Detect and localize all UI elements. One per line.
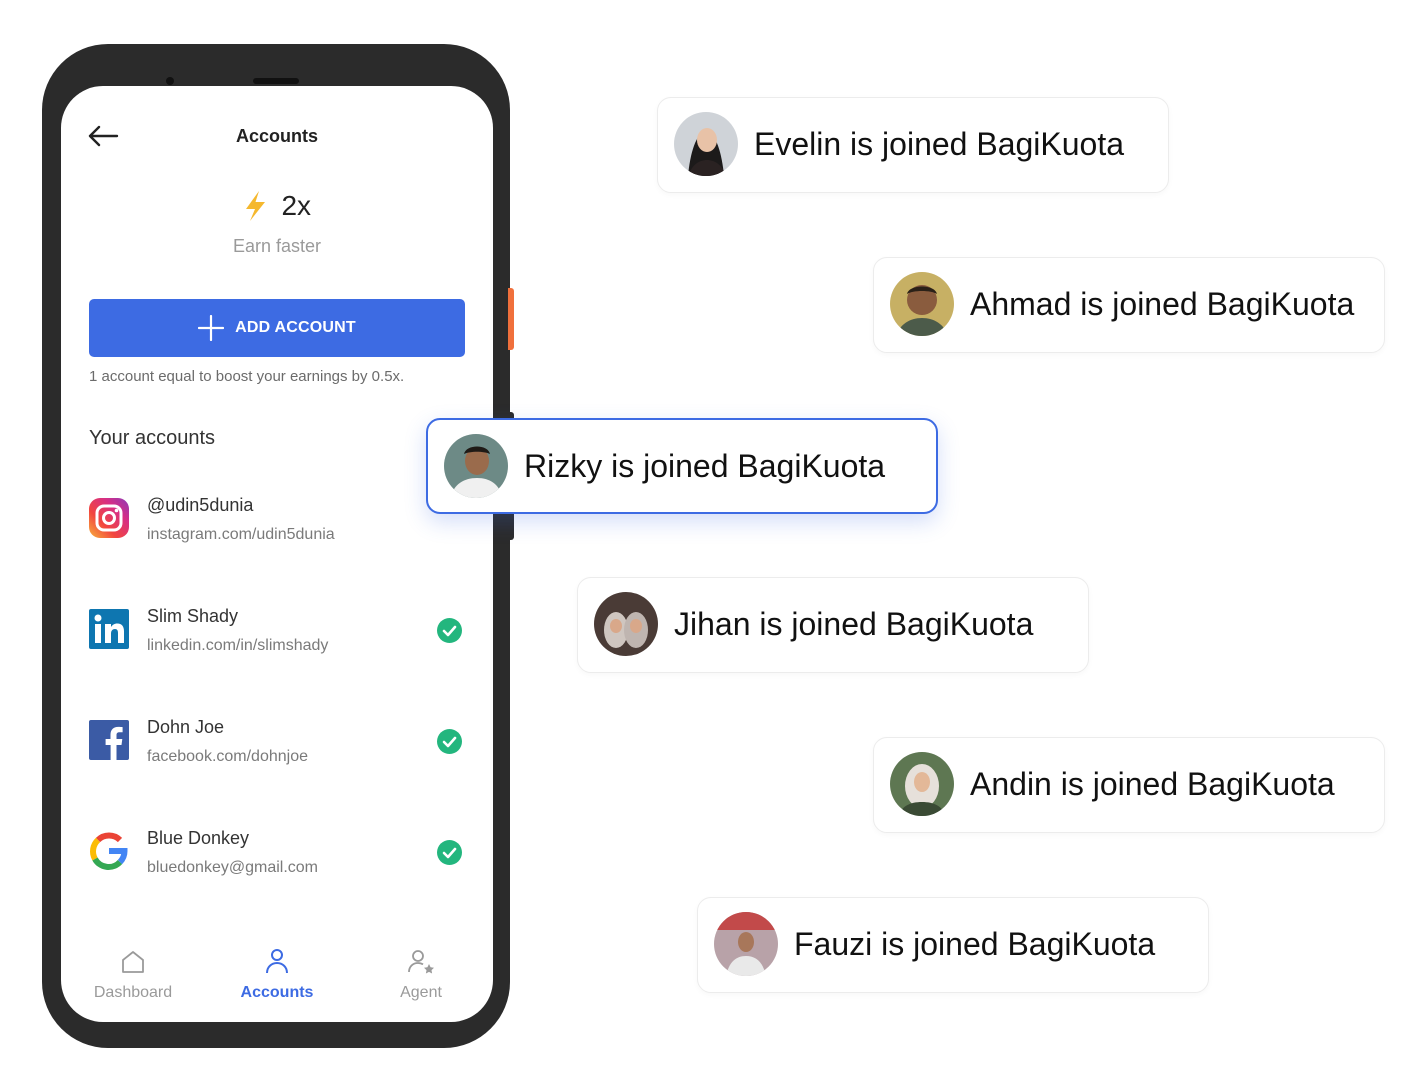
account-url: bluedonkey@gmail.com bbox=[147, 859, 318, 876]
account-row-google[interactable]: Blue Donkey bluedonkey@gmail.com bbox=[89, 819, 469, 879]
account-name: Blue Donkey bbox=[147, 828, 250, 848]
nav-item-accounts[interactable]: Accounts bbox=[205, 946, 349, 1002]
account-row-instagram[interactable]: @udin5dunia instagram.com/udin5dunia bbox=[89, 486, 469, 546]
join-notification-card: Ahmad is joined BagiKuota bbox=[873, 257, 1385, 353]
notification-text: Jihan is joined BagiKuota bbox=[674, 606, 1034, 642]
notification-text: Evelin is joined BagiKuota bbox=[754, 126, 1125, 162]
verified-check-icon bbox=[437, 840, 462, 865]
nav-item-agent[interactable]: Agent bbox=[349, 946, 493, 1002]
account-name: Dohn Joe bbox=[147, 717, 225, 737]
verified-check-icon bbox=[437, 618, 462, 643]
join-notification-card-highlighted: Rizky is joined BagiKuota bbox=[426, 418, 938, 514]
home-icon bbox=[122, 951, 144, 973]
avatar bbox=[890, 272, 954, 336]
boost-indicator: 2x bbox=[61, 190, 493, 222]
notification-text: Andin is joined BagiKuota bbox=[970, 766, 1335, 802]
page-title: Accounts bbox=[235, 126, 318, 146]
boost-multiplier: 2x bbox=[281, 190, 312, 221]
user-icon bbox=[266, 949, 288, 974]
instagram-icon bbox=[89, 498, 129, 538]
account-url: linkedin.com/in/slimshady bbox=[147, 637, 329, 654]
avatar bbox=[714, 912, 778, 976]
account-url: facebook.com/dohnjoe bbox=[147, 748, 308, 765]
notification-text: Fauzi is joined BagiKuota bbox=[794, 926, 1156, 962]
camera-dot bbox=[166, 77, 174, 85]
avatar bbox=[890, 752, 954, 816]
add-account-button[interactable]: ADD ACCOUNT bbox=[89, 299, 465, 357]
verified-check-icon bbox=[437, 729, 462, 754]
boost-subtitle: Earn faster bbox=[232, 236, 322, 256]
notification-text: Rizky is joined BagiKuota bbox=[524, 448, 886, 484]
linkedin-icon bbox=[89, 609, 129, 649]
join-notification-card: Andin is joined BagiKuota bbox=[873, 737, 1385, 833]
user-star-icon bbox=[408, 950, 434, 974]
join-notification-card: Fauzi is joined BagiKuota bbox=[697, 897, 1209, 993]
avatar bbox=[674, 112, 738, 176]
google-icon bbox=[90, 832, 128, 871]
join-notification-card: Jihan is joined BagiKuota bbox=[577, 577, 1089, 673]
notification-text: Ahmad is joined BagiKuota bbox=[970, 286, 1355, 322]
side-button-orange bbox=[508, 288, 514, 350]
facebook-icon bbox=[89, 720, 129, 760]
speaker-grille bbox=[253, 78, 299, 84]
account-name: Slim Shady bbox=[147, 606, 239, 626]
account-url: instagram.com/udin5dunia bbox=[147, 526, 335, 543]
nav-label: Accounts bbox=[240, 984, 314, 1001]
nav-label: Dashboard bbox=[93, 984, 173, 1001]
nav-label: Agent bbox=[400, 984, 442, 1001]
bottom-nav: Dashboard Accounts Agent bbox=[61, 946, 493, 1016]
section-title: Your accounts bbox=[89, 427, 216, 449]
nav-item-dashboard[interactable]: Dashboard bbox=[61, 946, 205, 1002]
account-row-facebook[interactable]: Dohn Joe facebook.com/dohnjoe bbox=[89, 708, 469, 768]
plus-icon bbox=[198, 315, 225, 341]
account-row-linkedin[interactable]: Slim Shady linkedin.com/in/slimshady bbox=[89, 597, 469, 657]
phone-screen: Accounts 2x Earn faster ADD ACCOUNT 1 ac… bbox=[61, 86, 493, 1022]
avatar bbox=[594, 592, 658, 656]
join-notification-card: Evelin is joined BagiKuota bbox=[657, 97, 1169, 193]
boost-hint-text: 1 account equal to boost your earnings b… bbox=[89, 368, 405, 385]
account-name: @udin5dunia bbox=[147, 495, 254, 515]
add-account-label: ADD ACCOUNT bbox=[235, 319, 356, 336]
avatar bbox=[444, 434, 508, 498]
lightning-bolt-icon bbox=[245, 191, 265, 221]
